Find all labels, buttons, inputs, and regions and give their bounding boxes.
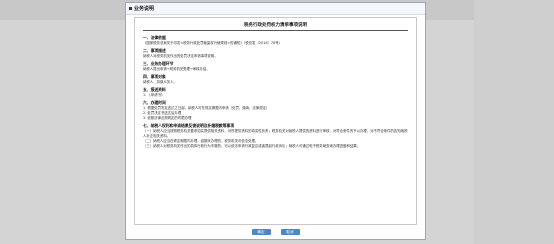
cancel-button[interactable]: 取消 [280,229,300,235]
section-line: 3. 依照法律法规规定的时限办理 [143,116,192,120]
section-line: 《国家税务总局关于印发<税务行政处罚裁量权行使规则>的通知》（税总发〔2016〕… [143,41,282,45]
section-line: 纳税人、扣缴义务人。 [143,80,177,84]
dialog-footer: 确定 取消 [126,225,425,239]
dialog-header: 业务说明 [126,3,425,15]
document-title: 税务行政处罚权力清单事项说明 [244,23,307,28]
background-right-panel [474,0,554,244]
document-panel[interactable]: 税务行政处罚权力清单事项说明 一、法律依据 《国家税务总局关于印发<税务行政处罚… [134,17,417,225]
section-line: 纳税人对税务机关作出的处罚决定申请事项说明。 [143,54,218,58]
section-paragraph: （一）纳税人应当按照税务机关要求如实提供相关资料，对所提供资料的真实性负责；税务… [143,129,408,138]
confirm-button[interactable]: 确定 [251,229,271,235]
business-description-dialog: 业务说明 税务行政处罚权力清单事项说明 一、法律依据 《国家税务总局关于印发<税… [125,2,426,240]
dialog-header-icon [129,7,132,10]
section-line: 1. 《申请书》 [143,93,165,97]
title-divider [143,30,408,31]
dialog-title: 业务说明 [134,6,155,12]
section-line: 纳税人提出申请→税务机关受理→审核办结。 [143,67,210,71]
section-paragraph: （三）纳税人对税务机关作出的具体行政行为不服的，可以依法申请行政复议或者提起行政… [143,144,360,148]
